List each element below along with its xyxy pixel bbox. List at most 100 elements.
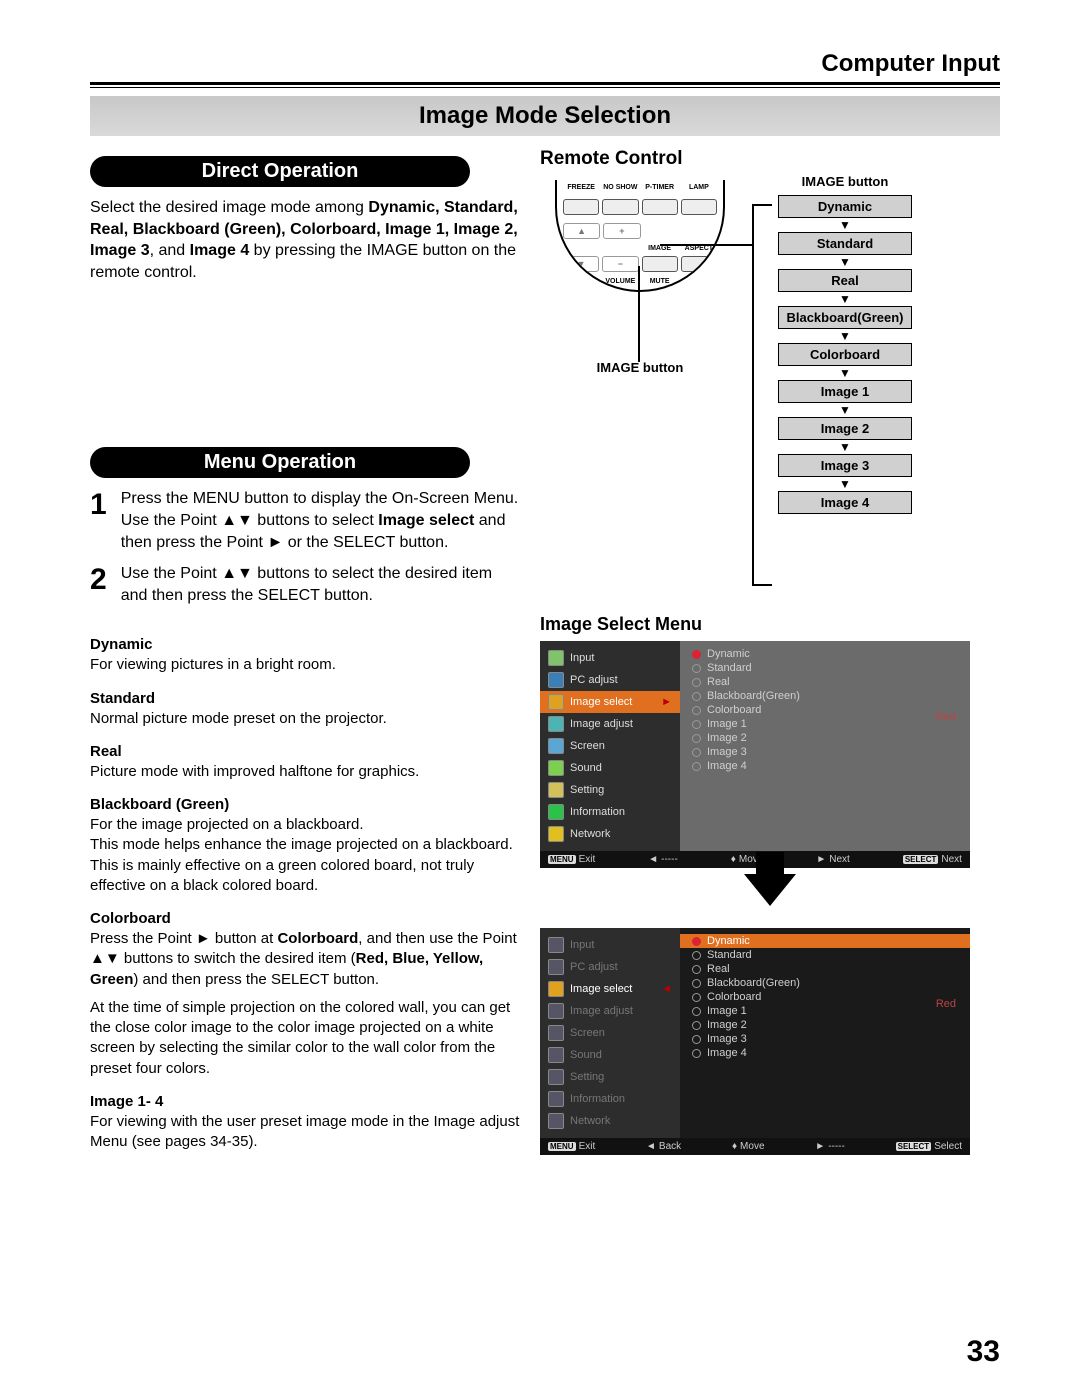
txt-bold: Colorboard [277,930,358,947]
osd-footer: MENUExit ◄ Back ♦ Move ► ----- SELECTSel… [540,1138,970,1155]
osd-option[interactable]: Image 2 [680,1018,970,1032]
osd-menu-item[interactable]: PC adjust [540,956,680,978]
osd-screenshot-2: Input PC adjust Image select◄ Image adju… [540,928,970,1155]
mode-name: Colorboard [90,910,520,927]
step-text: Use the Point ▲▼ buttons to select the d… [121,563,520,606]
osd-option[interactable]: Standard [680,661,970,675]
page-number: 33 [967,1335,1000,1369]
osd-menu-item[interactable]: Input [540,934,680,956]
osd-option[interactable]: Colorboard [680,990,970,1004]
txt: , and [150,242,190,259]
image-button[interactable] [642,256,678,272]
osd-menu-item[interactable]: Information [540,801,680,823]
section-header: Computer Input [90,50,1000,78]
flow-item: Colorboard [778,343,912,366]
osd-color-label: Red [936,998,956,1010]
mode-desc: For viewing pictures in a bright room. [90,655,520,675]
step-text: Press the MENU button to display the On-… [121,488,520,553]
osd-option[interactable]: Standard [680,948,970,962]
osd-option[interactable]: Image 1 [680,1004,970,1018]
step-1: 1 Press the MENU button to display the O… [90,488,520,553]
osd-menu-item-selected[interactable]: Image select► [540,691,680,713]
osd-option[interactable]: Image 3 [680,745,970,759]
osd-menu-item[interactable]: Information [540,1088,680,1110]
remote-label: MUTE [642,278,678,285]
mode-desc: Press the Point ► button at Colorboard, … [90,929,520,990]
remote-label: P-TIMER [642,184,678,191]
remote-label: IMAGE [642,245,678,252]
osd-option-selected[interactable]: Dynamic [680,647,970,661]
flow-item: Image 1 [778,380,912,403]
mode-name: Dynamic [90,636,520,653]
flow-item: Dynamic [778,195,912,218]
remote-label: LAMP [681,184,717,191]
page-title: Image Mode Selection [90,96,1000,136]
osd-option[interactable]: Image 4 [680,759,970,773]
osd-option[interactable]: Image 4 [680,1046,970,1060]
osd-menu-item-active[interactable]: Image select◄ [540,978,680,1000]
osd-option-highlighted[interactable]: Dynamic [680,934,970,948]
flow-item: Image 2 [778,417,912,440]
osd-menu-item[interactable]: Sound [540,757,680,779]
image-mode-flow: IMAGE button Dynamic▼ Standard▼ Real▼ Bl… [770,174,920,514]
remote-label: FREEZE [563,184,599,191]
divider-thin [90,87,1000,88]
osd-option[interactable]: Colorboard [680,703,970,717]
remote-control-heading: Remote Control [540,148,1000,170]
osd-menu-item[interactable]: Screen [540,735,680,757]
image-select-menu-heading: Image Select Menu [540,614,1000,635]
mode-name: Blackboard (Green) [90,796,520,813]
flow-item: Blackboard(Green) [778,306,912,329]
osd-menu-item[interactable]: Network [540,823,680,845]
step-2: 2 Use the Point ▲▼ buttons to select the… [90,563,520,606]
mode-name: Real [90,743,520,760]
osd-menu-item[interactable]: Sound [540,1044,680,1066]
down-arrow-icon [744,874,796,906]
osd-footer: MENUExit ◄ ----- ♦ Move ► Next SELECTNex… [540,851,970,868]
mode-desc: Picture mode with improved halftone for … [90,762,520,782]
osd-menu-item[interactable]: Image adjust [540,713,680,735]
menu-operation-heading: Menu Operation [90,447,470,478]
flow-item: Standard [778,232,912,255]
mode-desc: For viewing with the user preset image m… [90,1112,520,1153]
txt: Select the desired image mode among [90,199,368,216]
step-number: 2 [90,563,107,606]
osd-menu-item[interactable]: Screen [540,1022,680,1044]
divider [90,82,1000,85]
txt-bold: Image select [378,512,474,529]
txt: Press the Point ► button at [90,930,277,947]
mode-descriptions: Dynamic For viewing pictures in a bright… [90,636,520,1152]
flow-item: Image 3 [778,454,912,477]
flow-label: IMAGE button [770,174,920,189]
mode-desc: For the image projected on a blackboard.… [90,815,520,896]
osd-menu-item[interactable]: Input [540,647,680,669]
osd-menu-item[interactable]: Image adjust [540,1000,680,1022]
mode-name: Image 1- 4 [90,1093,520,1110]
txt-bold: Image 4 [190,242,250,259]
flow-item: Image 4 [778,491,912,514]
remote-label: NO SHOW [602,184,638,191]
direct-operation-heading: Direct Operation [90,156,470,187]
osd-option[interactable]: Real [680,962,970,976]
osd-option[interactable]: Blackboard(Green) [680,976,970,990]
osd-menu-item[interactable]: Network [540,1110,680,1132]
osd-option[interactable]: Blackboard(Green) [680,689,970,703]
mode-desc: Normal picture mode preset on the projec… [90,709,520,729]
mode-desc: At the time of simple projection on the … [90,998,520,1079]
osd-option[interactable]: Real [680,675,970,689]
step-number: 1 [90,488,107,553]
flow-item: Real [778,269,912,292]
osd-menu-item[interactable]: Setting [540,779,680,801]
txt: ) and then press the SELECT button. [133,971,379,988]
osd-option[interactable]: Image 1 [680,717,970,731]
osd-option[interactable]: Image 3 [680,1032,970,1046]
remote-label: D.ZOOM [563,278,599,285]
image-button-pointer-label: IMAGE button [540,360,740,375]
direct-operation-text: Select the desired image mode among Dyna… [90,197,520,283]
osd-menu-item[interactable]: PC adjust [540,669,680,691]
remote-label: VOLUME [602,278,638,285]
mode-name: Standard [90,690,520,707]
remote-label: ASPECT [681,245,717,252]
osd-menu-item[interactable]: Setting [540,1066,680,1088]
osd-option[interactable]: Image 2 [680,731,970,745]
